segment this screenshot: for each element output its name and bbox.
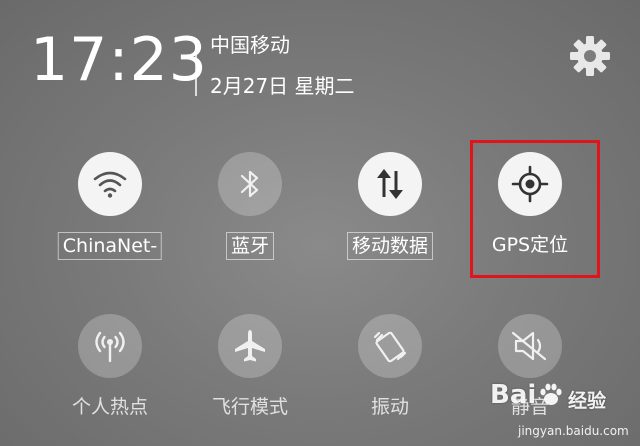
watermark-text: 经验 bbox=[568, 390, 607, 412]
wifi-toggle[interactable]: ChinaNet- bbox=[45, 152, 175, 272]
watermark-brand: Bai bbox=[490, 380, 537, 410]
airplane-icon bbox=[235, 330, 265, 362]
vibrate-label: 振动 bbox=[370, 396, 410, 418]
mute-icon bbox=[511, 331, 547, 361]
vibrate-toggle[interactable]: 振动 bbox=[325, 314, 455, 434]
gear-icon bbox=[570, 36, 610, 76]
carrier-name: 中国移动 bbox=[210, 33, 290, 57]
hotspot-toggle-circle bbox=[78, 314, 142, 378]
wifi-toggle-circle bbox=[78, 152, 142, 216]
wifi-icon bbox=[93, 171, 127, 198]
hotspot-toggle[interactable]: 个人热点 bbox=[45, 314, 175, 434]
airplane-mode-toggle[interactable]: 飞行模式 bbox=[185, 314, 315, 434]
watermark: Bai 经验 jingyan.baidu.com bbox=[490, 380, 640, 446]
watermark-url: jingyan.baidu.com bbox=[518, 424, 629, 438]
date-text: 2月27日 星期二 bbox=[210, 74, 355, 98]
vibrate-toggle-circle bbox=[358, 314, 422, 378]
mute-toggle-circle bbox=[498, 314, 562, 378]
hotspot-label: 个人热点 bbox=[71, 396, 149, 418]
bluetooth-label: 蓝牙 bbox=[225, 232, 275, 260]
mobile-data-toggle[interactable]: 移动数据 bbox=[325, 152, 455, 272]
settings-button[interactable] bbox=[568, 34, 612, 78]
airplane-mode-label: 飞行模式 bbox=[211, 396, 289, 418]
mobile-data-label: 移动数据 bbox=[346, 232, 434, 260]
gps-highlight-box bbox=[470, 140, 600, 278]
quick-settings-panel: 17:23 中国移动 2月27日 星期二 ChinaNet- 蓝牙 移动数据 G… bbox=[0, 0, 640, 446]
mobile-data-icon bbox=[377, 169, 403, 199]
mobile-data-toggle-circle bbox=[358, 152, 422, 216]
bluetooth-toggle-circle bbox=[218, 152, 282, 216]
wifi-label: ChinaNet- bbox=[57, 232, 163, 260]
bluetooth-toggle[interactable]: 蓝牙 bbox=[185, 152, 315, 272]
bluetooth-icon bbox=[240, 170, 259, 198]
clock-time: 17:23 bbox=[30, 25, 208, 95]
airplane-mode-toggle-circle bbox=[218, 314, 282, 378]
header-divider bbox=[195, 38, 197, 96]
vibrate-icon bbox=[373, 331, 407, 363]
paw-icon bbox=[540, 383, 562, 405]
hotspot-icon bbox=[95, 331, 125, 363]
